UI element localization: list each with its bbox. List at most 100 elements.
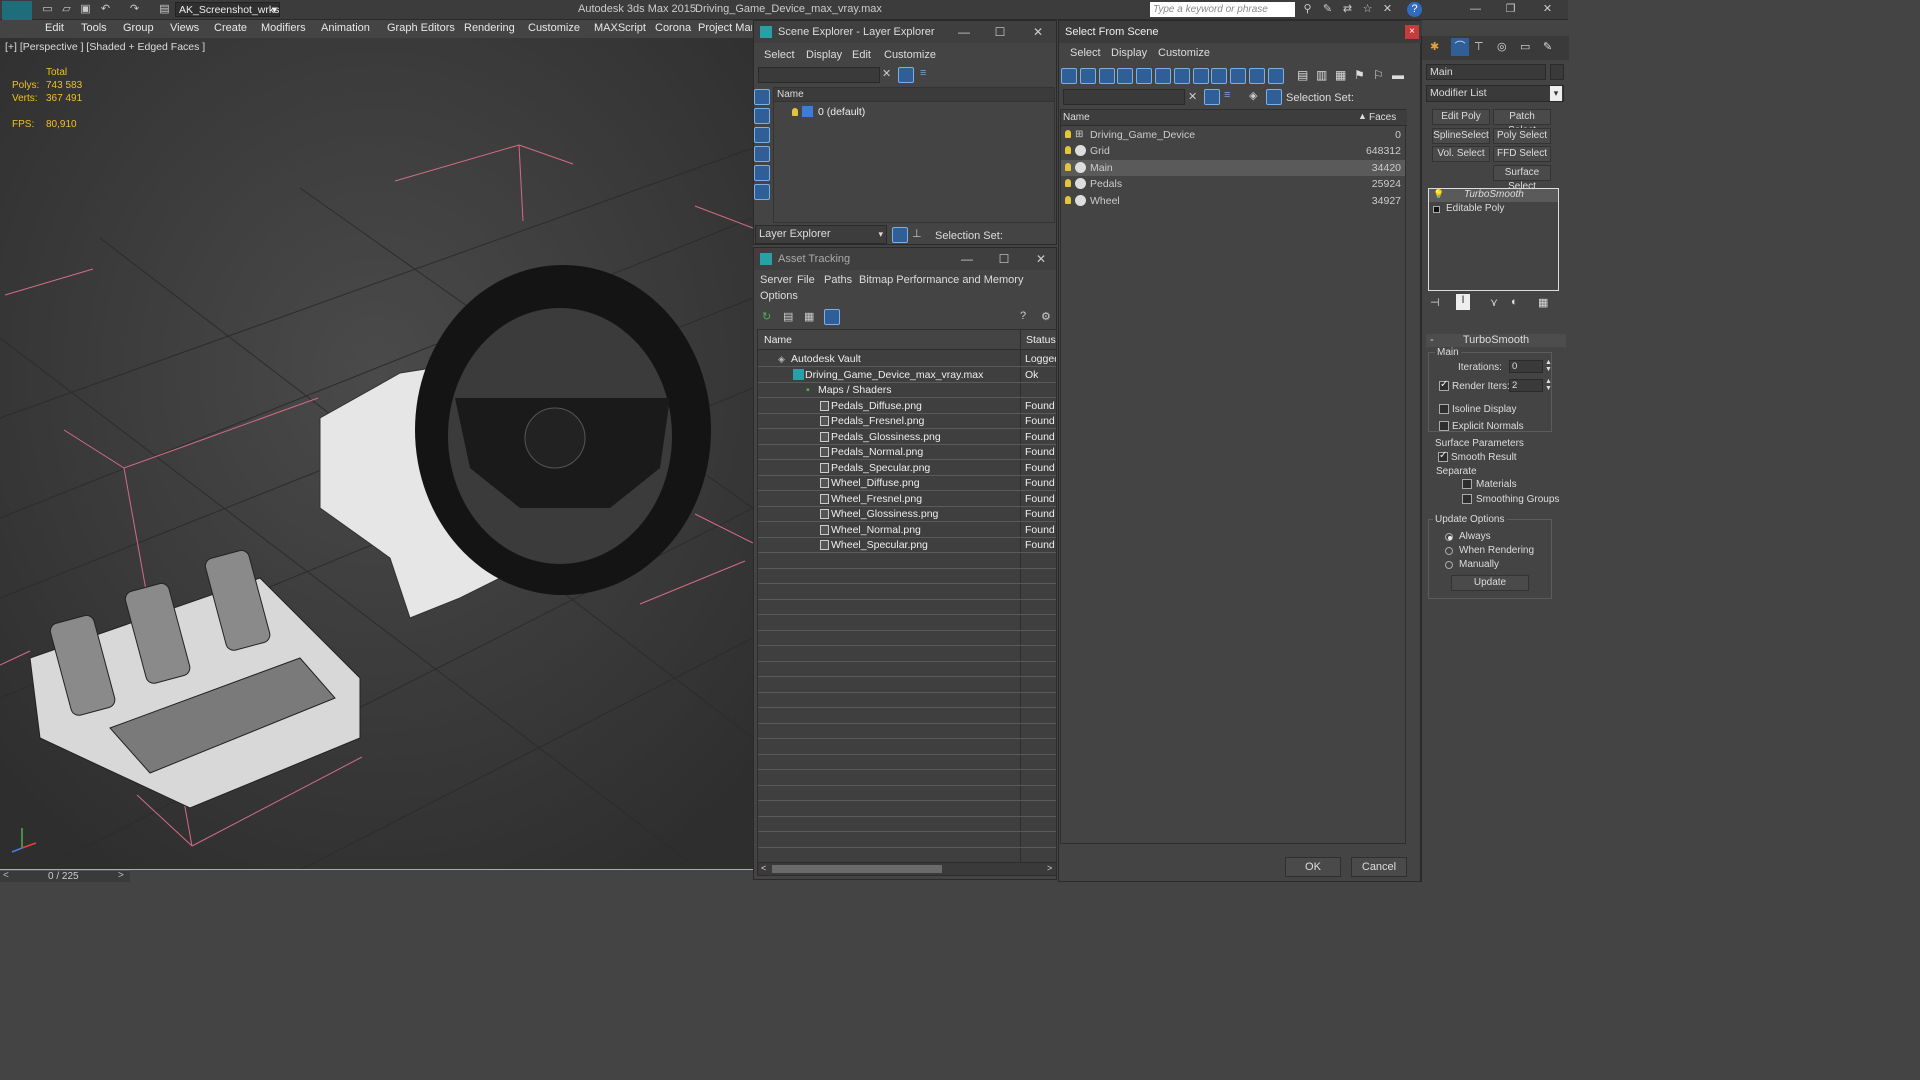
menu-group[interactable]: Group — [123, 22, 154, 34]
smooth-result-checkbox[interactable] — [1438, 450, 1448, 462]
menu-modifiers[interactable]: Modifiers — [261, 22, 306, 34]
show-end-result-icon[interactable]: I — [1456, 294, 1470, 310]
close-icon[interactable]: ✕ — [1540, 2, 1555, 17]
filter-icon[interactable] — [1204, 89, 1220, 105]
scroll-left-icon[interactable]: < — [761, 863, 766, 873]
remove-modifier-icon[interactable]: ◐ — [1511, 296, 1518, 308]
redo-icon[interactable]: ↷ — [127, 2, 142, 17]
x-icon[interactable]: ✕ — [1380, 2, 1395, 17]
light-bulb-icon[interactable] — [792, 108, 798, 116]
asset-row[interactable]: ◈ Autodesk Vault Logged — [758, 351, 1056, 367]
display-tab-icon[interactable]: ▭ — [1520, 40, 1530, 53]
at-menu-file[interactable]: File — [797, 274, 815, 286]
sfs-menu-customize[interactable]: Customize — [1158, 47, 1210, 59]
object-name-field[interactable]: Main — [1426, 64, 1546, 80]
modifier-list-dropdown[interactable]: Modifier List ▾ — [1426, 85, 1564, 102]
layers-icon[interactable]: ◈ — [1249, 89, 1257, 102]
materials-checkbox[interactable] — [1462, 479, 1472, 489]
at-col-status[interactable]: Status — [1026, 334, 1056, 346]
at-horizontal-scrollbar[interactable]: < > — [757, 862, 1057, 876]
utilities-tab-icon[interactable]: ✎ — [1543, 40, 1552, 53]
create-tab-icon[interactable]: ✱ — [1430, 40, 1439, 53]
help-icon[interactable]: ? — [1407, 2, 1422, 17]
se-menu-customize[interactable]: Customize — [884, 49, 936, 61]
display-xrefs-icon[interactable] — [1192, 68, 1209, 84]
minimize-icon[interactable]: — — [956, 24, 972, 40]
se-search-input[interactable] — [758, 67, 880, 83]
make-unique-icon[interactable]: ⋎ — [1490, 296, 1498, 309]
sfs-menu-select[interactable]: Select — [1070, 47, 1101, 59]
display-helpers-icon[interactable] — [754, 165, 770, 181]
workspace-dropdown[interactable]: AK_Screenshot_wrksp ▾ — [175, 2, 280, 17]
menu-project-manager[interactable]: Project Man — [698, 22, 752, 34]
thumbnail-icon[interactable]: ▦ — [804, 310, 814, 323]
maximize-icon[interactable]: ☐ — [996, 251, 1012, 267]
render-iters-spinner[interactable]: 2 — [1509, 379, 1543, 392]
at-menu-paths[interactable]: Paths — [824, 274, 852, 286]
at-col-name[interactable]: Name — [764, 334, 792, 346]
sfs-col-faces[interactable]: Faces — [1369, 112, 1396, 123]
tools-icon[interactable]: ✎ — [1320, 2, 1335, 17]
stack-item-editable-poly[interactable]: Editable Poly — [1429, 203, 1558, 216]
expand-box-icon[interactable] — [1433, 206, 1440, 213]
layer-options-icon[interactable]: ≡ — [920, 67, 926, 79]
se-menu-select[interactable]: Select — [764, 49, 795, 61]
iterations-spinner[interactable]: 0 — [1509, 360, 1543, 373]
save-file-icon[interactable]: ▣ — [78, 2, 93, 17]
maximize-icon[interactable]: ☐ — [992, 24, 1008, 40]
menu-customize[interactable]: Customize — [528, 22, 580, 34]
update-button[interactable]: Update — [1451, 575, 1529, 591]
list-view-icon[interactable]: ▤ — [783, 310, 793, 323]
viewport-label[interactable]: [+] [Perspective ] [Shaded + Edged Faces… — [5, 41, 205, 53]
asset-row[interactable]: Wheel_Fresnel.png Found — [758, 491, 1056, 507]
display-lights-icon[interactable] — [1098, 68, 1115, 84]
display-geometry-icon[interactable] — [1061, 68, 1077, 84]
display-frozen-icon[interactable] — [1249, 68, 1265, 84]
display-spacewarps-icon[interactable] — [1155, 68, 1171, 84]
close-icon[interactable]: × — [1405, 25, 1419, 39]
light-bulb-icon[interactable]: 💡 — [1433, 189, 1444, 200]
light-bulb-icon[interactable] — [1065, 162, 1071, 171]
menu-rendering[interactable]: Rendering — [464, 22, 515, 34]
menu-animation[interactable]: Animation — [321, 22, 370, 34]
clear-search-icon[interactable]: ✕ — [1188, 90, 1197, 103]
hierarchy-icon[interactable] — [1266, 89, 1282, 105]
light-bulb-icon[interactable] — [1065, 179, 1071, 188]
star-icon[interactable]: ☆ — [1360, 2, 1375, 17]
scene-object-row[interactable]: Pedals 25924 — [1061, 176, 1405, 192]
layer-sort-icon[interactable]: ≡ — [1224, 89, 1230, 101]
spinner-arrows-icon[interactable]: ▲ ▼ — [1545, 359, 1552, 373]
sfs-col-name[interactable]: Name — [1063, 112, 1090, 123]
asset-row[interactable]: Pedals_Specular.png Found — [758, 460, 1056, 476]
close-icon[interactable]: ✕ — [1033, 251, 1049, 267]
light-bulb-icon[interactable] — [1065, 195, 1071, 204]
asset-row[interactable]: Pedals_Normal.png Found — [758, 444, 1056, 460]
timeline-next-icon[interactable]: > — [118, 870, 124, 881]
asset-row[interactable]: ▪ Maps / Shaders — [758, 382, 1056, 398]
poly-select-button[interactable]: Poly Select — [1493, 128, 1551, 144]
timeline-prev-icon[interactable]: < — [3, 870, 9, 881]
display-columns-icon[interactable]: ⚐ — [1373, 68, 1384, 82]
search-input[interactable]: Type a keyword or phrase — [1150, 2, 1295, 17]
smoothing-groups-checkbox[interactable] — [1462, 494, 1472, 504]
scene-object-row[interactable]: Wheel 34927 — [1061, 193, 1405, 209]
display-filter-icon[interactable]: ⚑ — [1354, 68, 1365, 82]
clear-search-icon[interactable]: ✕ — [882, 67, 891, 80]
display-hidden-icon[interactable] — [1267, 68, 1284, 84]
at-menu-server[interactable]: Server — [760, 274, 792, 286]
at-menu-options[interactable]: Options — [760, 290, 798, 302]
render-iters-checkbox[interactable] — [1439, 379, 1449, 391]
time-slider[interactable]: < 0 / 225 > — [0, 870, 130, 882]
menu-edit[interactable]: Edit — [45, 22, 64, 34]
menu-views[interactable]: Views — [170, 22, 199, 34]
light-bulb-icon[interactable] — [1065, 146, 1071, 155]
menu-create[interactable]: Create — [214, 22, 247, 34]
layer-default[interactable]: 0 (default) — [818, 106, 865, 118]
layer-explorer-dropdown[interactable]: Layer Explorer ▾ — [755, 225, 887, 244]
scroll-right-icon[interactable]: > — [1047, 863, 1052, 873]
undo-icon[interactable]: ↶ — [98, 2, 113, 17]
modify-tab-icon[interactable]: ⌒ — [1451, 38, 1469, 56]
spinner-arrows-icon[interactable]: ▲ ▼ — [1545, 378, 1552, 392]
se-menu-display[interactable]: Display — [806, 49, 842, 61]
display-shapes-icon[interactable] — [754, 108, 770, 124]
